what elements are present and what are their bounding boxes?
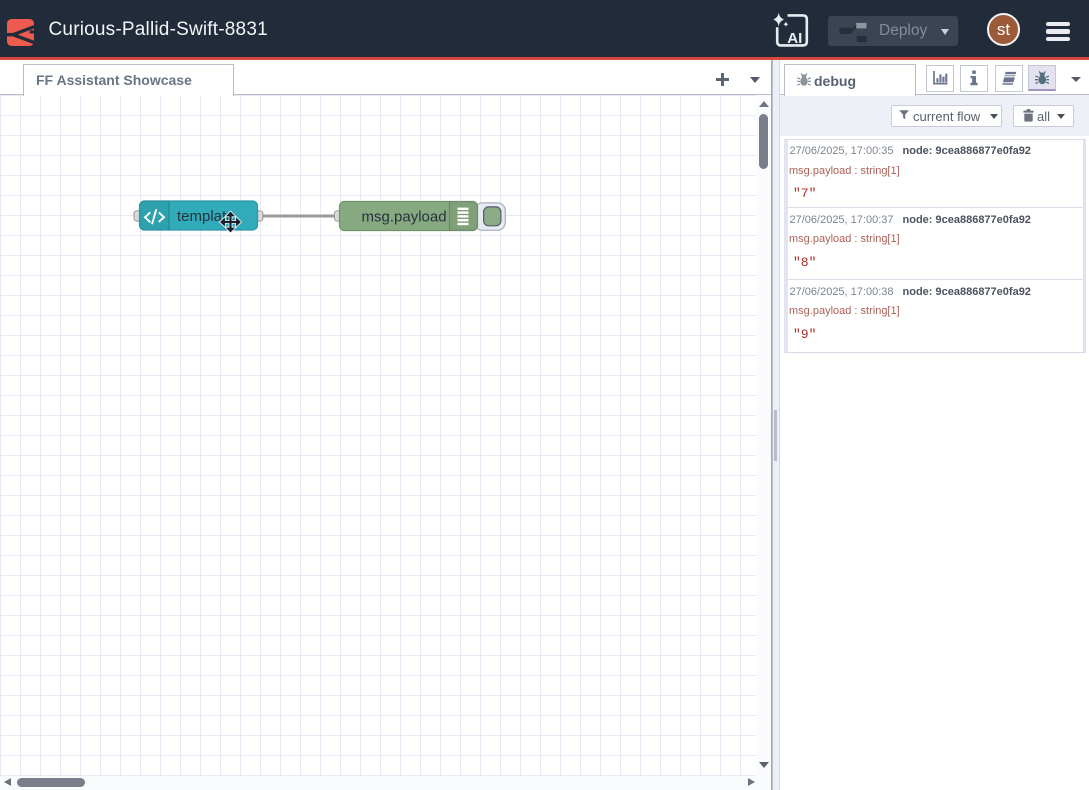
svg-text:AI: AI: [787, 30, 802, 47]
svg-text:msg.payload: msg.payload: [362, 208, 447, 225]
